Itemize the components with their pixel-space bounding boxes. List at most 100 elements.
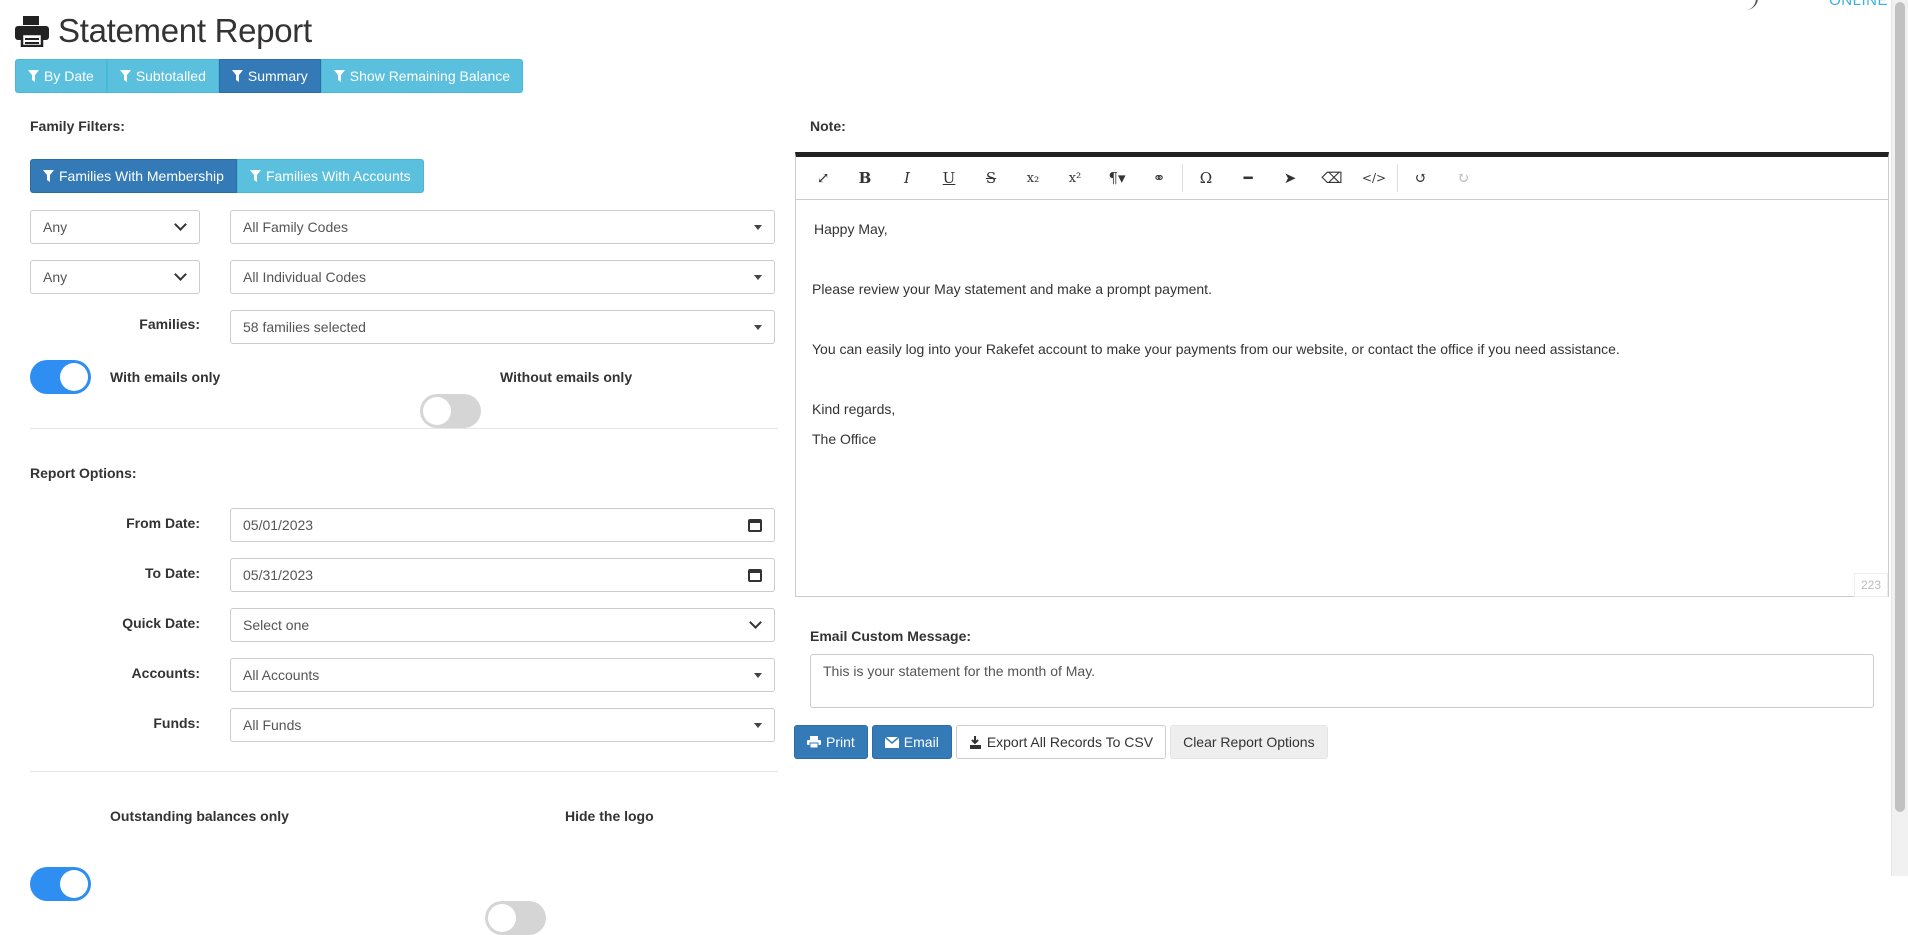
note-line: Please review your May statement and mak… <box>812 281 1212 297</box>
italic-icon[interactable]: I <box>886 163 928 193</box>
funds-label: Funds: <box>153 715 200 731</box>
caret-down-icon <box>754 672 762 678</box>
quick-date-select[interactable]: Select one <box>230 608 775 642</box>
superscript-icon[interactable]: x² <box>1054 163 1096 193</box>
summary-button[interactable]: Summary <box>218 59 321 93</box>
note-line <box>812 364 1872 394</box>
link-icon[interactable]: ⚭ <box>1138 163 1180 193</box>
envelope-icon <box>884 736 899 748</box>
outstanding-balances-only-label: Outstanding balances only <box>110 808 289 824</box>
hide-logo-label: Hide the logo <box>565 808 654 824</box>
omega-icon[interactable]: Ω <box>1185 163 1227 193</box>
filter-icon <box>333 70 345 82</box>
to-date-input[interactable]: 05/31/2023 <box>230 558 775 592</box>
family-filter-tabs: Families With Membership Families With A… <box>30 159 424 193</box>
individual-codes-select[interactable]: All Individual Codes <box>230 260 775 294</box>
eraser-icon[interactable]: ⌫ <box>1311 163 1353 193</box>
action-buttons: Print Email Export All Records To CSV Cl… <box>794 725 1328 759</box>
hide-logo-toggle[interactable] <box>485 901 546 935</box>
subscript-icon[interactable]: x₂ <box>1012 163 1054 193</box>
accounts-select[interactable]: All Accounts <box>230 658 775 692</box>
by-date-button[interactable]: By Date <box>15 59 107 93</box>
email-custom-message-input[interactable]: This is your statement for the month of … <box>810 654 1874 708</box>
toggle-knob <box>60 870 88 898</box>
filter-icon <box>28 70 39 82</box>
note-editor: ⤢ B I U S x₂ x² ¶▾ ⚭ Ω ━ ➤ ⌫ </> ↺ ↻ Hap… <box>795 152 1889 597</box>
chevron-down-icon <box>174 268 187 281</box>
note-line: You can easily log into your Rakefet acc… <box>812 341 1620 357</box>
family-code-scope-select[interactable]: Any <box>30 210 200 244</box>
caret-down-icon <box>754 722 762 728</box>
caret-down-icon <box>754 224 762 230</box>
editor-content[interactable]: Happy May, Please review your May statem… <box>796 200 1888 468</box>
without-emails-only-label: Without emails only <box>500 369 633 385</box>
note-line: The Office <box>812 431 877 447</box>
caret-down-icon <box>754 324 762 330</box>
page-title: Statement Report <box>14 8 312 54</box>
quick-date-label: Quick Date: <box>122 615 200 631</box>
expand-icon[interactable]: ⤢ <box>802 163 844 193</box>
filter-icon <box>119 70 131 82</box>
divider <box>30 771 778 772</box>
toggle-knob <box>488 904 516 932</box>
brand-logo <box>1744 0 1758 10</box>
underline-icon[interactable]: U <box>928 163 970 193</box>
view-filter-group: By Date Subtotalled Summary Show Remaini… <box>15 59 524 93</box>
toolbar-separator <box>1397 164 1398 192</box>
subtotalled-button[interactable]: Subtotalled <box>106 59 219 93</box>
editor-toolbar: ⤢ B I U S x₂ x² ¶▾ ⚭ Ω ━ ➤ ⌫ </> ↺ ↻ <box>796 157 1888 200</box>
families-label: Families: <box>139 316 200 332</box>
without-emails-only-toggle[interactable] <box>420 394 481 428</box>
printer-icon <box>15 16 49 47</box>
calendar-icon[interactable] <box>748 568 762 582</box>
paragraph-icon[interactable]: ¶▾ <box>1096 163 1138 193</box>
print-button[interactable]: Print <box>794 725 868 759</box>
calendar-icon[interactable] <box>748 518 762 532</box>
clear-report-options-button[interactable]: Clear Report Options <box>1170 725 1328 759</box>
page-title-text: Statement Report <box>58 12 312 49</box>
individual-code-scope-select[interactable]: Any <box>30 260 200 294</box>
from-date-label: From Date: <box>126 515 200 531</box>
character-count: 223 <box>1854 573 1888 597</box>
with-emails-only-label: With emails only <box>110 369 221 385</box>
outstanding-balances-only-toggle[interactable] <box>30 867 91 901</box>
note-label: Note: <box>810 118 846 134</box>
funds-select[interactable]: All Funds <box>230 708 775 742</box>
horizontal-rule-icon[interactable]: ━ <box>1227 163 1269 193</box>
note-line <box>812 244 1872 274</box>
divider <box>30 428 778 429</box>
chevron-down-icon <box>174 218 187 231</box>
email-custom-message-label: Email Custom Message: <box>810 628 972 644</box>
families-with-membership-button[interactable]: Families With Membership <box>30 159 237 193</box>
email-button[interactable]: Email <box>871 725 952 759</box>
caret-down-icon <box>754 274 762 280</box>
scrollbar-thumb[interactable] <box>1895 2 1905 812</box>
bold-icon[interactable]: B <box>844 163 886 193</box>
brand-online-text: ONLINE <box>1829 0 1888 9</box>
cursor-icon[interactable]: ➤ <box>1269 163 1311 193</box>
report-options-label: Report Options: <box>30 465 137 481</box>
to-date-label: To Date: <box>145 565 200 581</box>
families-with-accounts-button[interactable]: Families With Accounts <box>236 159 424 193</box>
chevron-down-icon <box>749 616 762 629</box>
strikethrough-icon[interactable]: S <box>970 163 1012 193</box>
filter-icon <box>231 70 243 82</box>
filter-icon <box>43 170 54 182</box>
undo-icon[interactable]: ↺ <box>1400 163 1442 193</box>
family-codes-select[interactable]: All Family Codes <box>230 210 775 244</box>
filter-icon <box>249 170 261 182</box>
redo-icon[interactable]: ↻ <box>1442 163 1484 193</box>
with-emails-only-toggle[interactable] <box>30 360 91 394</box>
show-remaining-balance-button[interactable]: Show Remaining Balance <box>320 59 524 93</box>
note-line <box>812 304 1872 334</box>
note-line: Happy May, <box>814 221 888 237</box>
family-filters-label: Family Filters: <box>30 118 125 134</box>
toggle-knob <box>60 363 88 391</box>
export-icon <box>969 735 981 749</box>
families-select[interactable]: 58 families selected <box>230 310 775 344</box>
code-icon[interactable]: </> <box>1353 163 1395 193</box>
toggle-knob <box>423 397 451 425</box>
export-csv-button[interactable]: Export All Records To CSV <box>955 725 1167 759</box>
from-date-input[interactable]: 05/01/2023 <box>230 508 775 542</box>
toolbar-separator <box>1182 164 1183 192</box>
